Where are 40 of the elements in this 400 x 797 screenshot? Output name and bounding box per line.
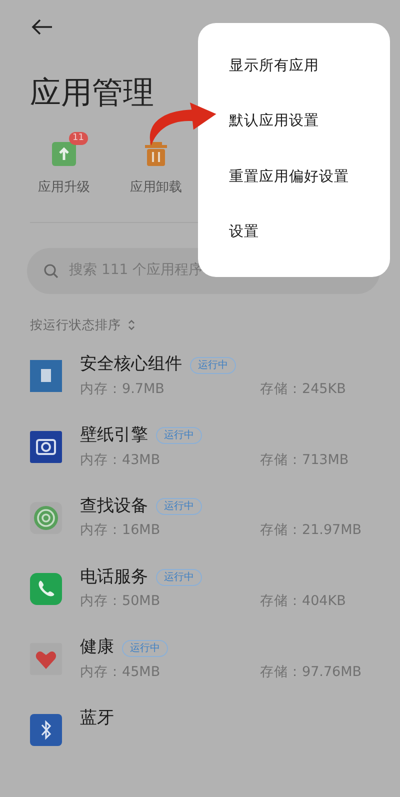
menu-item[interactable]: 重置应用偏好设置 [229,158,349,197]
menu-item[interactable]: 显示所有应用 [229,48,319,86]
app-name[interactable]: 查找设备 [80,494,148,520]
app-name[interactable]: 壁纸引擎 [80,423,148,449]
count-badge: 11 [68,132,88,145]
back-icon[interactable] [30,17,54,37]
trash-icon [142,140,170,168]
app-name[interactable]: 蓝牙 [80,706,114,732]
bluetooth-app-icon [30,714,62,746]
menu-item[interactable]: 设置 [229,214,259,252]
memory-text: 内存：16MB [80,521,162,540]
status-tag: 运行中 [156,498,202,516]
menu-item[interactable]: 默认应用设置 [229,103,319,142]
status-tag: 运行中 [122,640,168,657]
page-title: 应用管理 [30,75,155,112]
wallpaper-app-icon [30,431,62,464]
memory-text: 内存：9.7MB [80,380,166,399]
status-tag: 运行中 [190,356,236,374]
sort-icon[interactable] [127,319,136,332]
memory-text: 内存：43MB [80,450,162,470]
phone-app-icon [30,572,62,605]
uninstall-button[interactable]: 应用卸载 [122,132,190,198]
storage-text: 存储：97.76MB [260,662,362,682]
heart-app-icon [30,643,62,676]
shield-app-icon [30,360,62,392]
storage-text: 存储：404KB [260,592,346,612]
status-tag: 运行中 [156,568,202,586]
status-tag: 运行中 [156,427,202,444]
app-name[interactable]: 健康 [80,635,114,661]
memory-text: 内存：50MB [80,592,162,612]
upgrade-button[interactable]: 11 应用升级 [30,132,98,198]
radar-app-icon [30,502,62,534]
storage-text: 存储：245KB [260,380,346,399]
storage-text: 存储：21.97MB [260,521,362,540]
memory-text: 内存：45MB [80,662,162,682]
app-name[interactable]: 安全核心组件 [80,352,182,378]
app-name[interactable]: 电话服务 [80,564,148,590]
upgrade-icon [50,140,78,168]
storage-text: 存储：713MB [260,450,349,470]
search-icon [43,262,59,279]
